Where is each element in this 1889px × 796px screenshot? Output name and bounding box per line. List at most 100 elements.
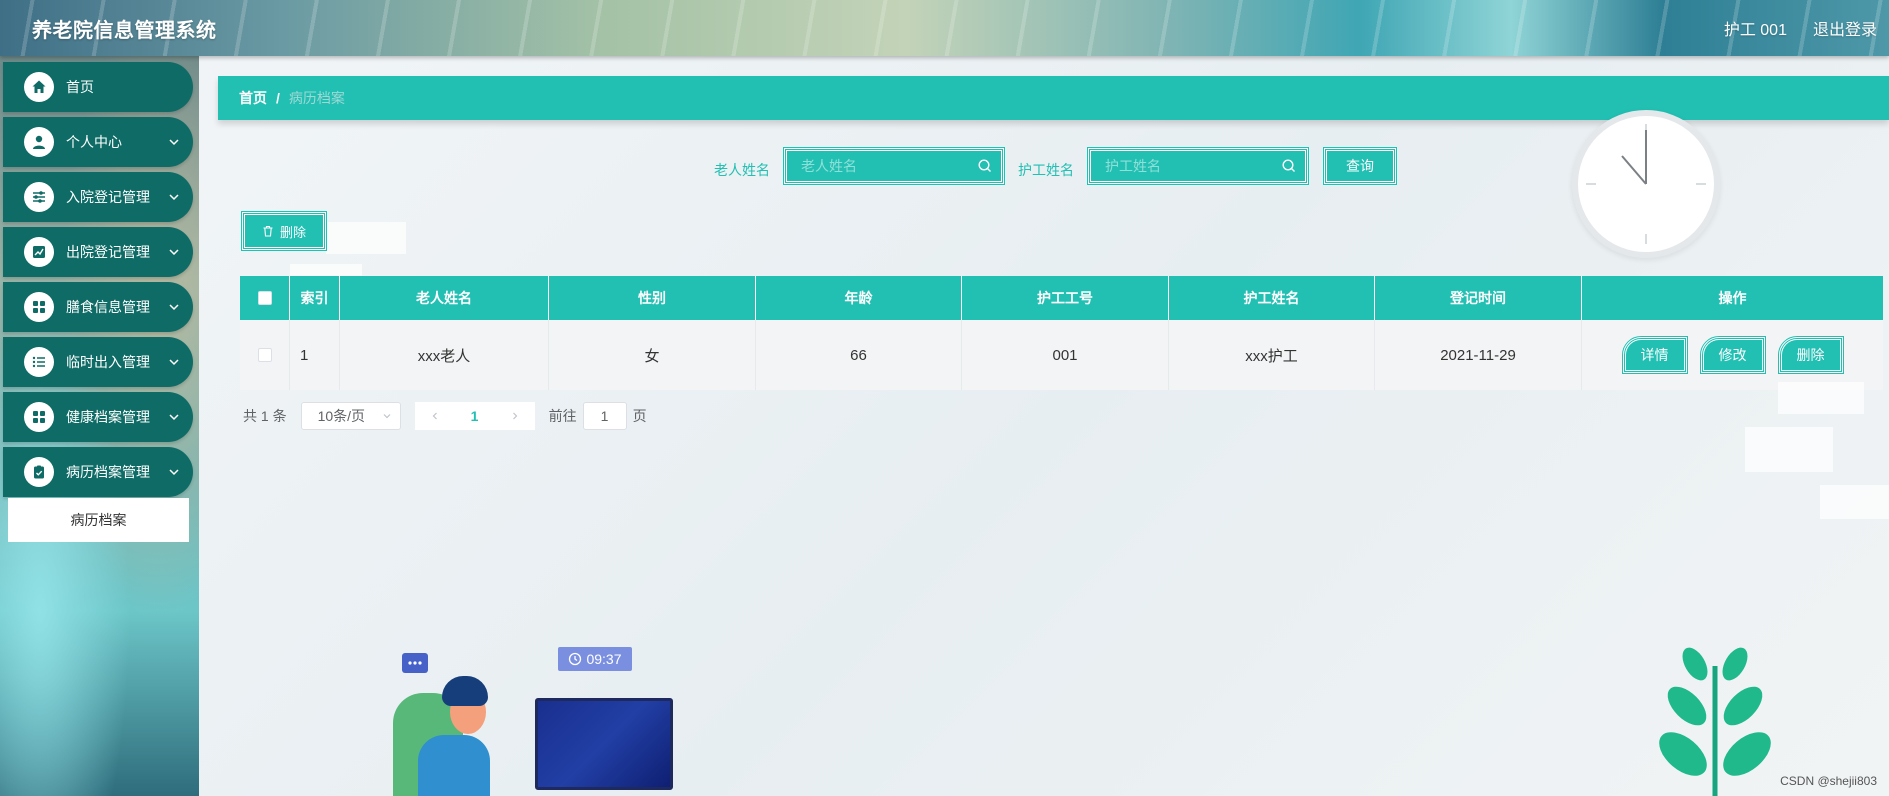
chart-icon [24,237,54,267]
chevron-down-icon [169,194,179,201]
decorative-box [1778,382,1864,414]
chevron-down-icon [169,304,179,311]
sidebar-item-temporary-exit[interactable]: 临时出入管理 [3,337,193,387]
row-delete-button[interactable]: 删除 [1777,336,1844,374]
elder-name-input[interactable]: 老人姓名 [783,147,1005,185]
table-row: 1 xxx老人 女 66 001 xxx护工 2021-11-29 详情 修改 … [240,320,1883,390]
page-size-select[interactable]: 10条/页 [300,402,401,430]
column-header: 老人姓名 [340,276,549,320]
clipboard-icon [24,457,54,487]
sidebar-item-home[interactable]: 首页 [3,62,193,112]
cell-index: 1 [290,320,340,390]
decorative-box [326,222,406,254]
column-header: 登记时间 [1375,276,1582,320]
page-navigator: 1 [414,402,535,430]
elder-name-label: 老人姓名 [714,162,770,178]
monitor-illustration [535,698,673,790]
plant-illustration [1659,647,1771,796]
nurse-name-placeholder: 护工姓名 [1105,158,1161,174]
query-button[interactable]: 查询 [1323,147,1397,185]
logout-link[interactable]: 退出登录 [1813,16,1877,40]
goto-suffix: 页 [632,408,647,424]
search-bar: 老人姓名 老人姓名 护工姓名 护工姓名 查询 [0,147,1889,188]
page-size-value: 10条/页 [317,408,366,424]
watermark: CSDN @shejii803 [1780,774,1877,788]
person-illustration [418,735,490,796]
row-checkbox[interactable] [257,348,272,362]
edit-button[interactable]: 修改 [1699,336,1766,374]
sidebar-item-label: 首页 [66,79,94,95]
sidebar-item-label: 出院登记管理 [66,244,150,260]
batch-delete-button[interactable]: 删除 [241,211,327,251]
breadcrumb-home[interactable]: 首页 [239,88,267,108]
column-header: 护工姓名 [1169,276,1375,320]
records-table: 索引 老人姓名 性别 年龄 护工工号 护工姓名 登记时间 操作 1 xxx老人 … [240,276,1883,390]
goto-prefix: 前往 [548,408,577,424]
prev-page-button[interactable] [415,402,455,430]
chevron-down-icon [169,139,179,146]
cell-nurse-name: xxx护工 [1169,320,1375,390]
grid-icon [24,292,54,322]
goto-page-input[interactable] [582,402,627,430]
row-select-cell [240,320,290,390]
search-icon [978,159,991,172]
pagination: 共 1 条 10条/页 1 前往 页 [243,402,647,430]
sidebar-item-meals[interactable]: 膳食信息管理 [3,282,193,332]
sidebar-item-label: 病历档案管理 [66,464,150,480]
time-text: 09:37 [586,651,622,667]
column-header: 操作 [1718,290,1747,306]
chat-bubble-icon [402,653,428,673]
chevron-down-icon [169,469,179,476]
detail-button[interactable]: 详情 [1621,336,1688,374]
next-page-button[interactable] [495,402,535,430]
submenu-item-medical-records[interactable]: 病历档案 [8,498,189,542]
trash-icon [263,225,273,237]
home-icon [24,72,54,102]
header-decoration [0,0,1889,56]
page-goto: 前往 页 [549,402,647,430]
sidebar-item-discharge[interactable]: 出院登记管理 [3,227,193,277]
chevron-right-icon [512,412,517,420]
column-header: 索引 [290,276,340,320]
column-header: 年龄 [756,276,962,320]
cell-elder-name: xxx老人 [340,320,549,390]
nurse-name-input[interactable]: 护工姓名 [1087,147,1309,185]
chevron-down-icon [169,414,179,421]
pagination-total: 共 1 条 [243,408,287,424]
column-header: 性别 [549,276,756,320]
breadcrumb-current: 病历档案 [288,90,345,106]
clock-icon [569,652,582,666]
chevron-left-icon [432,412,437,420]
sidebar-item-health-records[interactable]: 健康档案管理 [3,392,193,442]
current-user-label: 护工 001 [1723,22,1787,39]
sidebar-item-label: 入院登记管理 [66,189,150,205]
breadcrumb-separator: / [276,90,280,106]
sidebar-item-medical-records[interactable]: 病历档案管理 [3,447,193,497]
select-all-cell [240,276,290,320]
cell-age: 66 [756,320,962,390]
batch-delete-label: 删除 [279,224,306,240]
table-header-row: 索引 老人姓名 性别 年龄 护工工号 护工姓名 登记时间 操作 [240,276,1883,320]
chevron-down-icon [383,414,391,419]
search-icon [1282,159,1295,172]
nurse-name-label: 护工姓名 [1018,162,1074,178]
chevron-down-icon [169,359,179,366]
page-number-button[interactable]: 1 [455,402,495,430]
top-header: 养老院信息管理系统 护工 001 退出登录 [0,0,1889,56]
person-hair-illustration [442,676,488,706]
column-header: 护工工号 [962,276,1169,320]
cell-gender: 女 [549,320,756,390]
list-icon [24,347,54,377]
app-title: 养老院信息管理系统 [32,20,217,42]
elder-name-placeholder: 老人姓名 [801,158,857,174]
sidebar-item-label: 膳食信息管理 [66,299,150,315]
decorative-box [1820,485,1889,519]
cell-nurse-id: 001 [962,320,1169,390]
time-badge: 09:37 [558,647,632,671]
grid-icon [24,402,54,432]
chevron-down-icon [169,249,179,256]
select-all-checkbox[interactable] [257,291,272,305]
cell-date: 2021-11-29 [1375,320,1582,390]
sidebar-item-label: 健康档案管理 [66,409,150,425]
header-user-area: 护工 001 退出登录 [1724,16,1877,40]
